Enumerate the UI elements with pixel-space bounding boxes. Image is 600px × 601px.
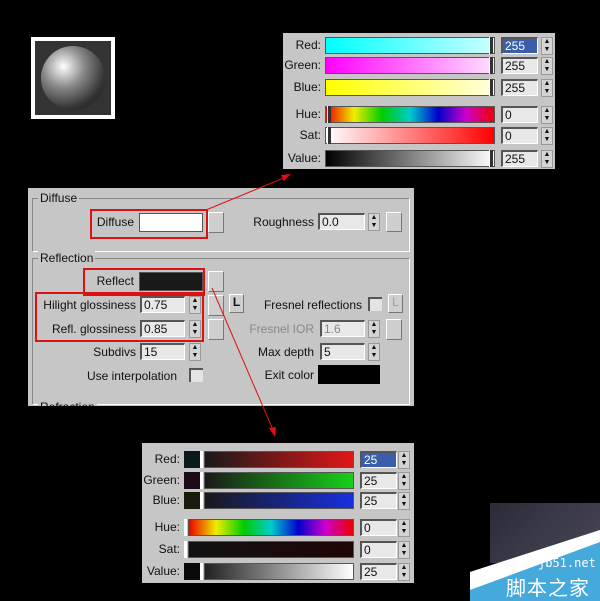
arrowhead-top [281,174,291,181]
watermark-name: 脚本之家 [506,578,590,600]
watermark-url: jb51.net [538,556,596,570]
arrowhead-bottom [269,427,276,437]
arrow-diffuse-to-picker [205,176,287,211]
arrow-reflect-to-picker [211,287,274,431]
